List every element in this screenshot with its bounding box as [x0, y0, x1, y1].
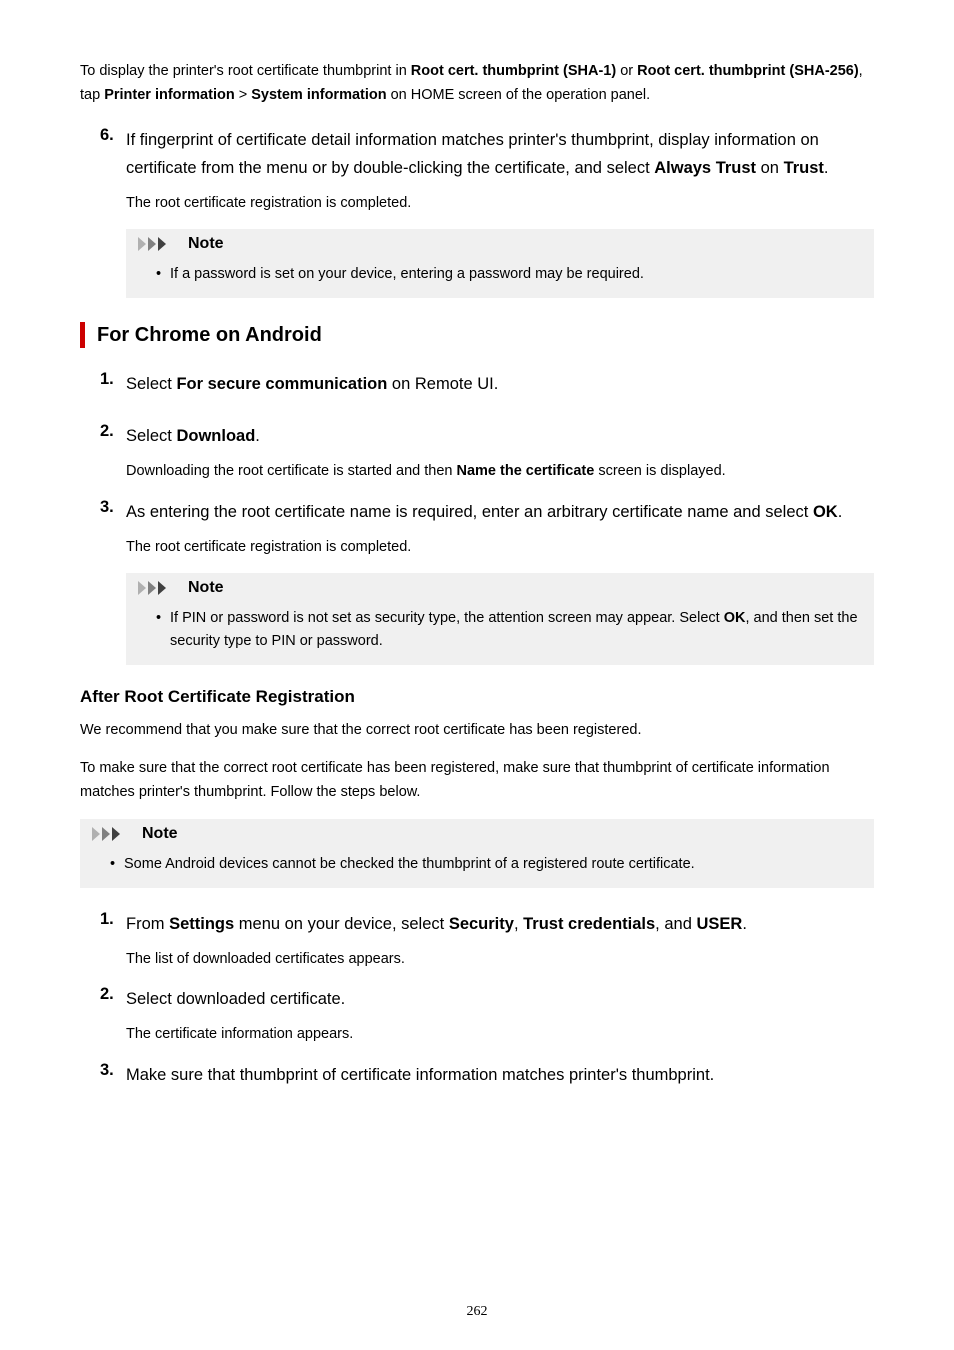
step-text: Select downloaded certificate. — [126, 985, 874, 1013]
verify-step-2-sub: The certificate information appears. — [126, 1023, 874, 1046]
note-header: Note — [126, 229, 874, 259]
bold: Root cert. thumbprint (SHA-256) — [637, 63, 859, 79]
note-header: Note — [80, 819, 874, 849]
android-step-1: 1. Select For secure communication on Re… — [100, 370, 874, 398]
note-item: • Some Android devices cannot be checked… — [80, 849, 874, 880]
step-number: 1. — [100, 370, 126, 398]
step-text: Select For secure communication on Remot… — [126, 370, 874, 398]
after-root-cert-p2: To make sure that the correct root certi… — [80, 757, 874, 805]
note-box: Note • If a password is set on your devi… — [126, 229, 874, 298]
text: on HOME screen of the operation panel. — [387, 87, 651, 103]
android-step-3-sub: The root certificate registration is com… — [126, 536, 874, 559]
text: screen is displayed. — [594, 463, 725, 479]
text: , and — [655, 915, 696, 933]
verify-step-2: 2. Select downloaded certificate. — [100, 985, 874, 1013]
text: . — [742, 915, 747, 933]
text: Select — [126, 427, 176, 445]
note-title: Note — [188, 235, 224, 253]
step-text: Select Download. — [126, 422, 874, 450]
note-box: Note • If PIN or password is not set as … — [126, 573, 874, 665]
bold: OK — [724, 610, 746, 626]
bullet: • — [156, 263, 170, 286]
bold: Trust — [784, 159, 824, 177]
note-arrows-icon — [136, 235, 180, 253]
text: Select — [126, 375, 176, 393]
after-root-cert-p1: We recommend that you make sure that the… — [80, 719, 874, 743]
bold: OK — [813, 503, 838, 521]
bold: Security — [449, 915, 514, 933]
android-step-2-sub: Downloading the root certificate is star… — [126, 460, 874, 483]
bold: Settings — [169, 915, 234, 933]
section-title: For Chrome on Android — [97, 324, 322, 347]
note-title: Note — [188, 579, 224, 597]
text: or — [616, 63, 637, 79]
note-header: Note — [126, 573, 874, 603]
note-arrows-icon — [90, 825, 134, 843]
note-item: • If a password is set on your device, e… — [126, 259, 874, 290]
verify-step-1-sub: The list of downloaded certificates appe… — [126, 948, 874, 971]
bold: Download — [176, 427, 255, 445]
note-text: If PIN or password is not set as securit… — [170, 607, 860, 653]
step-text: As entering the root certificate name is… — [126, 498, 874, 526]
text: From — [126, 915, 169, 933]
text: on — [756, 159, 784, 177]
section-bar — [80, 322, 85, 348]
step-number: 2. — [100, 985, 126, 1013]
bold: USER — [696, 915, 742, 933]
bold: Name the certificate — [456, 463, 594, 479]
verify-step-1: 1. From Settings menu on your device, se… — [100, 910, 874, 938]
text: To display the printer's root certificat… — [80, 63, 411, 79]
step-number: 3. — [100, 498, 126, 526]
step-number: 6. — [100, 126, 126, 182]
note-arrows-icon — [136, 579, 180, 597]
text: . — [255, 427, 260, 445]
section-header-chrome-android: For Chrome on Android — [80, 322, 874, 348]
bold: For secure communication — [176, 375, 387, 393]
bullet: • — [156, 607, 170, 653]
bold: Always Trust — [654, 159, 756, 177]
bold: Trust credentials — [523, 915, 655, 933]
cert-thumbprint-para: To display the printer's root certificat… — [80, 60, 874, 108]
note-box: Note • Some Android devices cannot be ch… — [80, 819, 874, 888]
bullet: • — [110, 853, 124, 876]
text: menu on your device, select — [234, 915, 449, 933]
text: , — [514, 915, 523, 933]
verify-step-3: 3. Make sure that thumbprint of certific… — [100, 1061, 874, 1089]
step-number: 2. — [100, 422, 126, 450]
text: . — [838, 503, 843, 521]
android-step-2: 2. Select Download. — [100, 422, 874, 450]
note-item: • If PIN or password is not set as secur… — [126, 603, 874, 657]
text: on Remote UI. — [387, 375, 498, 393]
note-text: Some Android devices cannot be checked t… — [124, 853, 695, 876]
step-text: From Settings menu on your device, selec… — [126, 910, 874, 938]
step-text: Make sure that thumbprint of certificate… — [126, 1061, 874, 1089]
text: If PIN or password is not set as securit… — [170, 610, 724, 626]
note-title: Note — [142, 825, 178, 843]
text: . — [824, 159, 829, 177]
page-number: 262 — [0, 1304, 954, 1320]
text: > — [235, 87, 252, 103]
step-number: 1. — [100, 910, 126, 938]
bold: Printer information — [104, 87, 235, 103]
text: As entering the root certificate name is… — [126, 503, 813, 521]
bold: System information — [251, 87, 386, 103]
step-number: 3. — [100, 1061, 126, 1089]
text: Downloading the root certificate is star… — [126, 463, 456, 479]
step-text: If fingerprint of certificate detail inf… — [126, 126, 874, 182]
android-step-3: 3. As entering the root certificate name… — [100, 498, 874, 526]
after-root-cert-heading: After Root Certificate Registration — [80, 687, 874, 707]
step-6-sub: The root certificate registration is com… — [126, 192, 874, 215]
step-6: 6. If fingerprint of certificate detail … — [100, 126, 874, 182]
bold: Root cert. thumbprint (SHA-1) — [411, 63, 616, 79]
note-text: If a password is set on your device, ent… — [170, 263, 644, 286]
